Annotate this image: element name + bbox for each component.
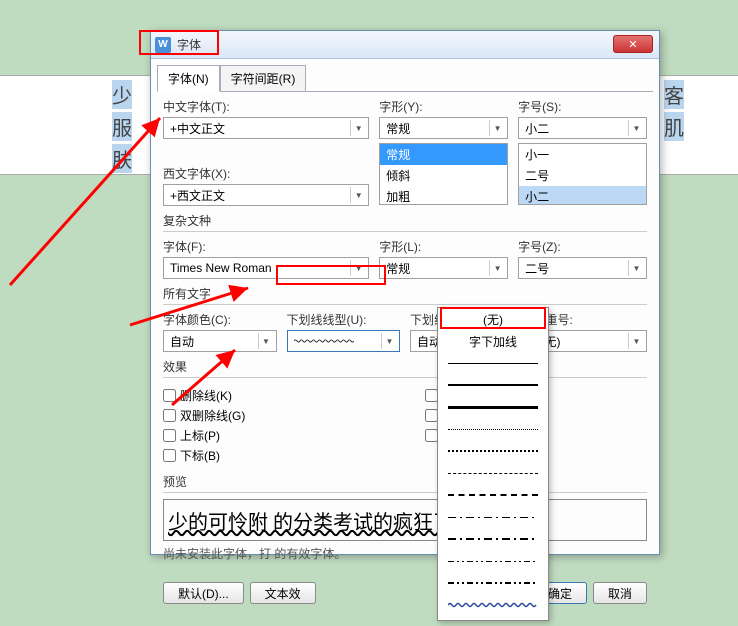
label-complex-size: 字号(Z): (518, 238, 647, 255)
style-combo[interactable]: 常规 ▼ (379, 117, 508, 139)
list-item[interactable]: 小一 (519, 144, 646, 165)
chevron-down-icon: ▼ (381, 333, 397, 349)
chevron-down-icon: ▼ (350, 120, 366, 136)
size-listbox[interactable]: 小一 二号 小二 (518, 143, 647, 205)
complex-font-combo[interactable]: Times New Roman ▼ (163, 257, 369, 279)
label-complex-style: 字形(L): (379, 238, 508, 255)
size-value: 小二 (525, 120, 549, 137)
check-sub[interactable]: 下标(B) (163, 447, 385, 464)
label-complex-group: 复杂文种 (163, 212, 647, 229)
list-item[interactable]: 加粗 (380, 186, 507, 205)
chevron-down-icon: ▼ (489, 260, 505, 276)
underline-option-thick[interactable] (438, 374, 548, 396)
tab-bar: 字体(N) 字符间距(R) (151, 59, 659, 92)
chevron-down-icon: ▼ (350, 187, 366, 203)
style-value: 常规 (386, 120, 410, 137)
dialog-title: 字体 (177, 36, 201, 53)
chevron-down-icon: ▼ (489, 120, 505, 136)
cn-font-combo[interactable]: +中文正文 ▼ (163, 117, 369, 139)
underline-option-none[interactable]: (无) (438, 308, 548, 330)
chevron-down-icon: ▼ (628, 333, 644, 349)
label-font-color: 字体颜色(C): (163, 311, 277, 328)
chevron-down-icon: ▼ (350, 260, 366, 276)
list-item[interactable]: 小二 (519, 186, 646, 205)
label-west-font: 西文字体(X): (163, 165, 369, 182)
divider (163, 304, 647, 305)
underline-option-dotted[interactable] (438, 418, 548, 440)
app-icon: W (155, 37, 171, 53)
preview-note: 尚未安装此字体，打 的有效字体。 (163, 545, 647, 562)
underline-option-dashed-thick[interactable] (438, 484, 548, 506)
underline-style-dropdown[interactable]: (无) 字下加线 (437, 307, 549, 621)
check-dstrike[interactable]: 双删除线(G) (163, 407, 385, 424)
underline-option-dotted-thick[interactable] (438, 440, 548, 462)
label-cn-font: 中文字体(T): (163, 98, 369, 115)
west-font-value: +西文正文 (170, 187, 225, 204)
font-dialog: W 字体 ✕ 字体(N) 字符间距(R) 中文字体(T): +中文正文 ▼ 字形… (150, 30, 660, 555)
text-effects-button[interactable]: 文本效 (250, 582, 316, 604)
list-item[interactable]: 常规 (380, 144, 507, 165)
label-underline-style: 下划线线型(U): (287, 311, 401, 328)
underline-option-dashed[interactable] (438, 462, 548, 484)
font-color-value: 自动 (170, 333, 194, 350)
default-button[interactable]: 默认(D)... (163, 582, 244, 604)
close-button[interactable]: ✕ (613, 35, 653, 53)
label-style: 字形(Y): (379, 98, 508, 115)
bg-text: 少 (112, 80, 132, 109)
list-item[interactable]: 倾斜 (380, 165, 507, 186)
label-emphasis: 着重号: (534, 311, 648, 328)
complex-style-value: 常规 (386, 260, 410, 277)
list-item[interactable]: 二号 (519, 165, 646, 186)
bg-text: 肤 (112, 144, 132, 173)
chevron-down-icon: ▼ (628, 120, 644, 136)
chevron-down-icon: ▼ (628, 260, 644, 276)
divider (163, 492, 647, 493)
underline-option-dashdotdot[interactable] (438, 550, 548, 572)
close-icon: ✕ (628, 38, 637, 51)
label-complex-font: 字体(F): (163, 238, 369, 255)
tab-font[interactable]: 字体(N) (157, 65, 220, 92)
bg-text: 肌 (664, 112, 684, 141)
cancel-button[interactable]: 取消 (593, 582, 647, 604)
emphasis-combo[interactable]: (无) ▼ (534, 330, 648, 352)
underline-option-solid[interactable] (438, 352, 548, 374)
label-all-text: 所有文字 (163, 285, 647, 302)
underline-option-thicker[interactable] (438, 396, 548, 418)
label-size: 字号(S): (518, 98, 647, 115)
label-effects: 效果 (163, 358, 647, 375)
complex-size-combo[interactable]: 二号 ▼ (518, 257, 647, 279)
underline-option-dashdotdot-thick[interactable] (438, 572, 548, 594)
style-listbox[interactable]: 常规 倾斜 加粗 (379, 143, 508, 205)
underline-option-wavy[interactable] (438, 594, 548, 616)
underline-option-dashdot[interactable] (438, 506, 548, 528)
bg-text: 客 (664, 80, 684, 109)
complex-size-value: 二号 (525, 260, 549, 277)
check-strike[interactable]: 删除线(K) (163, 387, 385, 404)
dialog-footer: 默认(D)... 文本效 确定 取消 (151, 576, 659, 614)
divider (163, 377, 647, 378)
underline-option-words[interactable]: 字下加线 (438, 330, 548, 352)
titlebar[interactable]: W 字体 ✕ (151, 31, 659, 59)
underline-style-combo[interactable]: ▼ (287, 330, 401, 352)
preview-box: 少的可怜附 的分类考试的疯狂了的方 (163, 499, 647, 541)
wavy-line-icon (294, 338, 354, 344)
cn-font-value: +中文正文 (170, 120, 225, 137)
underline-option-dashdot-thick[interactable] (438, 528, 548, 550)
complex-font-value: Times New Roman (170, 261, 272, 275)
font-color-combo[interactable]: 自动 ▼ (163, 330, 277, 352)
tab-spacing[interactable]: 字符间距(R) (220, 65, 307, 92)
bg-text: 服 (112, 112, 132, 141)
chevron-down-icon: ▼ (258, 333, 274, 349)
west-font-combo[interactable]: +西文正文 ▼ (163, 184, 369, 206)
check-super[interactable]: 上标(P) (163, 427, 385, 444)
complex-style-combo[interactable]: 常规 ▼ (379, 257, 508, 279)
label-preview: 预览 (163, 473, 647, 490)
divider (163, 231, 647, 232)
size-combo[interactable]: 小二 ▼ (518, 117, 647, 139)
